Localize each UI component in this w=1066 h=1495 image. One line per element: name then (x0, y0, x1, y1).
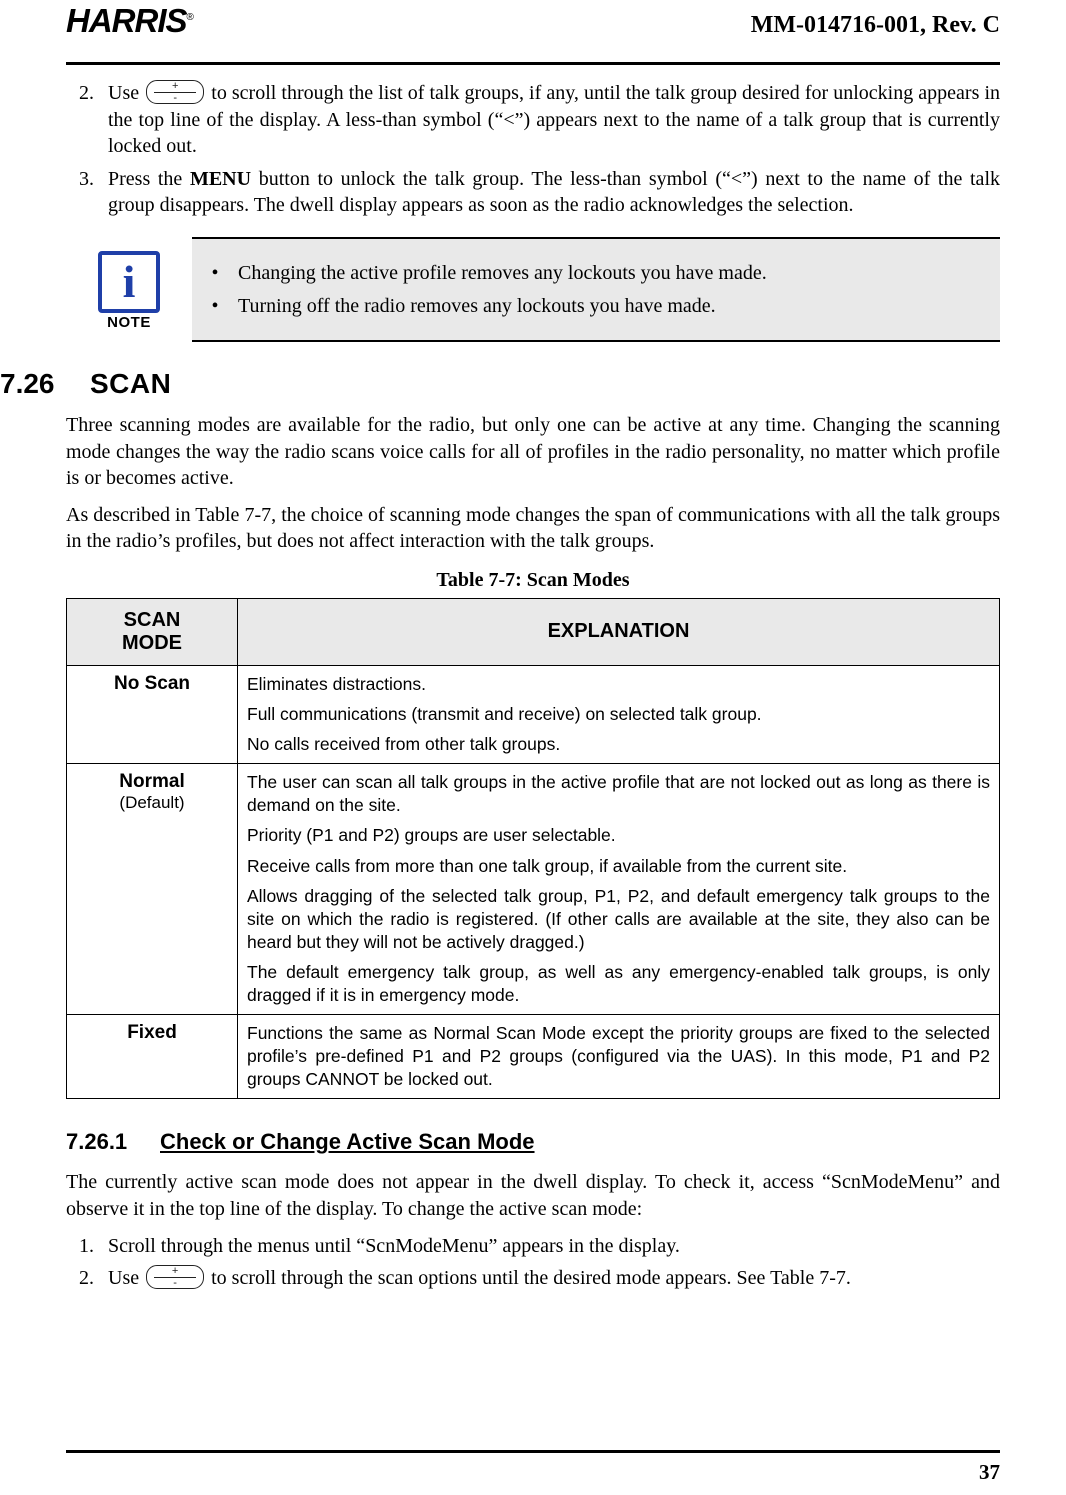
note-bullet-item: • Turning off the radio removes any lock… (192, 293, 1000, 319)
list-text: Use + - to scroll through the scan option… (108, 1265, 1000, 1292)
section-paragraph: As described in Table 7-7, the choice of… (66, 503, 1000, 553)
table-caption: Table 7-7: Scan Modes (436, 568, 630, 591)
list-number: 3. (79, 167, 94, 190)
header-line-1: SCAN (123, 608, 181, 631)
step-prefix: Use (108, 82, 140, 104)
list-number: 2. (79, 1267, 94, 1290)
step-prefix: Press the (108, 167, 183, 190)
info-glyph: i (122, 256, 136, 308)
info-icon: i (98, 251, 160, 314)
section-title: SCAN (90, 367, 172, 399)
section-paragraph: Three scanning modes are available for t… (66, 413, 1000, 490)
step-suffix: to scroll through the list of talk group… (108, 82, 1001, 158)
logo-text: HARRIS (66, 2, 188, 39)
page-number: 37 (979, 1460, 1000, 1484)
list-text: Scroll through the menus until “ScnModeM… (108, 1234, 680, 1257)
note-bullet-item: • Changing the active profile removes an… (192, 260, 1000, 286)
volume-rocker-icon: + - (146, 1265, 205, 1290)
explanation-line: Eliminates distractions. (247, 673, 426, 694)
table-row: Normal (Default) The user can scan all ta… (66, 763, 1000, 1016)
note-icon-cell: i NOTE (66, 237, 192, 342)
header-divider (66, 62, 1000, 65)
list-item: 3. Press the MENU button to unlock the t… (66, 166, 1000, 219)
page-header: HARRIS® MM-014716-001, Rev. C (66, 0, 1000, 64)
explanation-line: Priority (P1 and P2) groups are user sel… (247, 825, 616, 846)
minus-glyph: - (173, 1277, 177, 1290)
note-content: • Changing the active profile removes an… (192, 236, 1000, 342)
subsection-title: Check or Change Active Scan Mode (160, 1129, 535, 1155)
explanation-line: Allows dragging of the selected talk gro… (247, 885, 990, 952)
mode-default-note: (Default) (119, 793, 185, 813)
explanation-line: The user can scan all talk groups in the… (247, 772, 990, 816)
subsection-number: 7.26.1 (66, 1129, 128, 1155)
mode-name: Normal (119, 771, 185, 793)
list-number: 1. (79, 1234, 94, 1257)
note-bullet-text: Changing the active profile removes any … (238, 261, 767, 284)
page-content: 2. Use + - to scroll through the list of … (0, 80, 1000, 1298)
plus-glyph: + (171, 1265, 179, 1278)
header-line-2: MODE (122, 631, 182, 654)
note-box: i NOTE • Changing the active profile rem… (66, 236, 1000, 342)
list-item: 1. Scroll through the menus until “ScnMo… (66, 1233, 1000, 1260)
list-text: Press the MENU button to unlock the talk… (108, 166, 1000, 219)
scan-modes-table: SCAN MODE EXPLANATION No Scan Eliminates … (66, 597, 1000, 1100)
subsection-heading: 7.26.1 Check or Change Active Scan Mode (66, 1129, 1000, 1155)
table-cell-explanation: Eliminates distractions. Full communicat… (237, 664, 1000, 765)
menu-button-label: MENU (189, 167, 252, 190)
document-page: HARRIS® MM-014716-001, Rev. C 2. Use + - … (0, 0, 1066, 1495)
registered-mark: ® (186, 12, 194, 23)
explanation-line: Full communications (transmit and receiv… (247, 704, 762, 725)
explanation-line: No calls received from other talk groups… (247, 734, 561, 755)
explanation-line: Functions the same as Normal Scan Mode e… (247, 1023, 990, 1090)
note-bullet-text: Turning off the radio removes any lockou… (238, 294, 716, 317)
section-heading: 7.26 SCAN (0, 367, 1000, 400)
table-header-scan-mode: SCAN MODE (66, 597, 238, 666)
table-cell-explanation: The user can scan all talk groups in the… (237, 763, 1000, 1016)
table-cell-explanation: Functions the same as Normal Scan Mode e… (237, 1014, 1000, 1100)
table-row: No Scan Eliminates distractions. Full co… (66, 664, 1000, 765)
table-head: SCAN MODE EXPLANATION (66, 597, 1000, 666)
plus-glyph: + (171, 80, 179, 92)
list-text: Use + - to scroll through the list of tal… (108, 80, 1000, 160)
explanation-line: Receive calls from more than one talk gr… (247, 855, 848, 876)
table-cell-mode: Fixed (66, 1014, 238, 1100)
bullet-dot: • (211, 261, 219, 284)
subsection-paragraph: The currently active scan mode does not … (66, 1171, 1000, 1220)
harris-logo: HARRIS® (66, 2, 194, 40)
list-item: 2. Use + - to scroll through the list of … (66, 80, 1000, 160)
section-number: 7.26 (0, 367, 55, 399)
table-body: No Scan Eliminates distractions. Full co… (66, 664, 1000, 1100)
explanation-line: The default emergency talk group, as wel… (247, 961, 990, 1005)
table-header-explanation: EXPLANATION (237, 597, 1000, 666)
bullet-dot: • (211, 294, 219, 317)
list-number: 2. (79, 82, 94, 104)
footer-divider (66, 1450, 1000, 1453)
table-header-row: SCAN MODE EXPLANATION (66, 597, 1000, 666)
document-number: MM-014716-001, Rev. C (750, 12, 1000, 38)
volume-rocker-icon: + - (146, 80, 205, 104)
minus-glyph: - (173, 92, 178, 104)
table-cell-mode: No Scan (66, 664, 238, 765)
step-prefix: Use (108, 1267, 140, 1290)
table-row: Fixed Functions the same as Normal Scan … (66, 1014, 1000, 1100)
table-cell-mode: Normal (Default) (66, 763, 238, 1016)
note-label: NOTE (107, 314, 151, 332)
list-item: 2. Use + - to scroll through the scan opt… (66, 1265, 1000, 1292)
step-suffix: to scroll through the scan options until… (211, 1267, 851, 1290)
